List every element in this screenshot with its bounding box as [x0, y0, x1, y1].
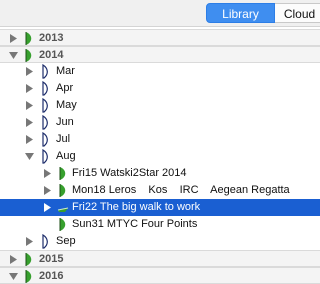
tree-row-sun31[interactable]: Sun31 MTYC Four Points: [0, 216, 320, 233]
tree-row-sep[interactable]: Sep: [0, 233, 320, 250]
disclosure-right-icon[interactable]: [43, 203, 52, 212]
cloud-tab[interactable]: Cloud: [275, 3, 320, 23]
tree-row-apr[interactable]: Apr: [0, 80, 320, 97]
tree-row-mar[interactable]: Mar: [0, 63, 320, 80]
month-label: Jun: [56, 116, 74, 128]
year-label: 2015: [39, 253, 64, 265]
disclosure-right-icon[interactable]: [25, 84, 34, 93]
sail-outline-icon: [42, 149, 48, 164]
disclosure-right-icon[interactable]: [43, 186, 52, 195]
sail-outline-icon: [42, 64, 48, 79]
sail-outline-icon: [42, 98, 48, 113]
sail-outline-icon: [42, 234, 48, 249]
tree-row-mon18[interactable]: Mon18 Leros Kos IRC Aegean Regatta: [0, 182, 320, 199]
disclosure-right-icon[interactable]: [25, 101, 34, 110]
sail-outline-icon: [42, 132, 48, 147]
race-sail-icon: [59, 167, 66, 180]
year-label: 2014: [39, 49, 64, 61]
tree-row-jun[interactable]: Jun: [0, 114, 320, 131]
disclosure-right-icon[interactable]: [25, 118, 34, 127]
disclosure-down-icon[interactable]: [9, 272, 18, 281]
tree-row-2016[interactable]: 2016: [0, 267, 320, 284]
session-label: Fri15 Watski2Star 2014: [72, 167, 187, 179]
toolbar: Library Cloud: [0, 0, 320, 27]
tree-row-2013[interactable]: 2013: [0, 29, 320, 46]
session-label: Mon18 Leros Kos IRC Aegean Regatta: [72, 184, 290, 196]
disclosure-right-icon[interactable]: [43, 169, 52, 178]
sail-outline-icon: [42, 115, 48, 130]
disclosure-right-icon[interactable]: [9, 34, 18, 43]
tree-row-fri15[interactable]: Fri15 Watski2Star 2014: [0, 165, 320, 182]
green-sail-icon: [25, 49, 32, 62]
month-label: Jul: [56, 133, 71, 145]
green-sail-icon: [25, 253, 32, 266]
tree-row-fri22[interactable]: Fri22 The big walk to work: [0, 199, 320, 216]
disclosure-right-icon[interactable]: [25, 237, 34, 246]
tree-row-2014[interactable]: 2014: [0, 46, 320, 63]
tree-row-jul[interactable]: Jul: [0, 131, 320, 148]
month-label: Mar: [56, 65, 75, 77]
race-sail-icon: [59, 218, 66, 231]
disclosure-down-icon[interactable]: [9, 51, 18, 60]
month-label: Sep: [56, 235, 76, 247]
race-sail-icon: [59, 184, 66, 197]
month-label: Apr: [56, 82, 74, 94]
session-label: Sun31 MTYC Four Points: [72, 218, 198, 230]
disclosure-right-icon[interactable]: [25, 135, 34, 144]
tree-row-2015[interactable]: 2015: [0, 250, 320, 267]
disclosure-right-icon[interactable]: [9, 255, 18, 264]
tree-row-aug[interactable]: Aug: [0, 148, 320, 165]
year-label: 2013: [39, 32, 64, 44]
sail-outline-icon: [42, 81, 48, 96]
library-tab[interactable]: Library: [206, 3, 275, 23]
green-sail-icon: [25, 270, 32, 283]
month-label: May: [56, 99, 77, 111]
session-label: Fri22 The big walk to work: [72, 201, 201, 213]
disclosure-right-icon[interactable]: [25, 67, 34, 76]
green-sail-icon: [25, 32, 32, 45]
walk-track-icon: [57, 207, 69, 212]
month-label: Aug: [56, 150, 76, 162]
tree-row-may[interactable]: May: [0, 97, 320, 114]
disclosure-down-icon[interactable]: [25, 152, 34, 161]
